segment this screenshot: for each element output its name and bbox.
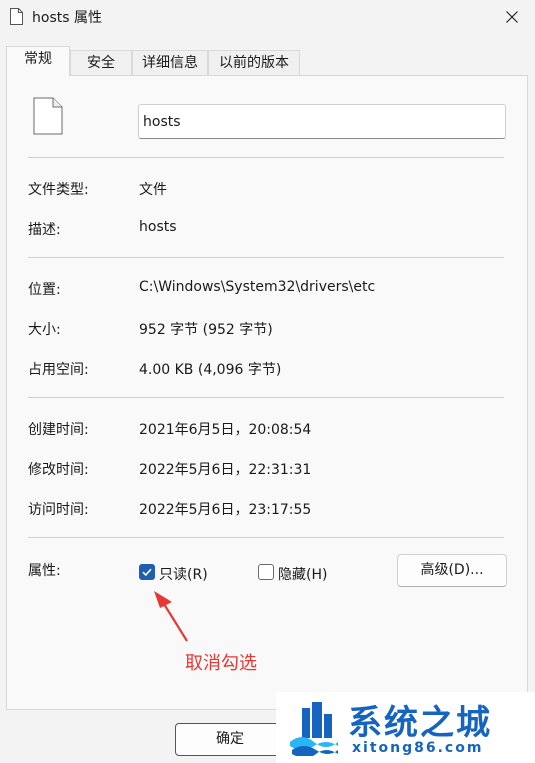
tab-security[interactable]: 安全 — [70, 50, 132, 76]
watermark: 系统之城 xitong86.com — [276, 692, 535, 763]
accessed-label: 访问时间: — [28, 502, 89, 518]
hidden-checkbox[interactable] — [258, 564, 274, 580]
size-on-disk-label: 占用空间: — [28, 362, 89, 378]
watermark-brand: 系统之城 — [348, 703, 492, 743]
location-value: C:\Windows\System32\drivers\etc — [139, 279, 376, 295]
advanced-button[interactable]: 高级(D)... — [397, 554, 507, 587]
tab-details[interactable]: 详细信息 — [132, 50, 208, 76]
file-type-value: 文件 — [139, 182, 167, 198]
divider — [28, 257, 504, 258]
title-bar: hosts 属性 — [0, 0, 535, 34]
checkmark-icon — [142, 568, 152, 577]
annotation-text: 取消勾选 — [185, 653, 257, 674]
ok-button[interactable]: 确定 — [175, 723, 285, 756]
general-panel — [6, 75, 528, 710]
description-label: 描述: — [28, 222, 61, 238]
window-title: hosts 属性 — [32, 10, 102, 26]
tab-previous-versions[interactable]: 以前的版本 — [208, 50, 300, 76]
modified-value: 2022年5月6日，22:31:31 — [139, 462, 312, 478]
divider — [28, 397, 504, 398]
divider — [28, 157, 504, 158]
created-value: 2021年6月5日，20:08:54 — [139, 422, 312, 438]
description-value: hosts — [139, 219, 177, 235]
file-type-label: 文件类型: — [28, 182, 89, 198]
close-icon — [506, 11, 518, 23]
file-name-input[interactable] — [138, 104, 506, 139]
hidden-label[interactable]: 隐藏(H) — [278, 564, 327, 584]
attributes-label: 属性: — [28, 563, 61, 579]
created-label: 创建时间: — [28, 422, 89, 438]
size-value: 952 字节 (952 字节) — [139, 322, 273, 338]
close-button[interactable] — [489, 0, 535, 34]
readonly-label[interactable]: 只读(R) — [159, 564, 208, 584]
modified-label: 修改时间: — [28, 462, 89, 478]
readonly-checkbox[interactable] — [139, 564, 155, 580]
size-on-disk-value: 4.00 KB (4,096 字节) — [139, 362, 282, 378]
watermark-url: xitong86.com — [352, 740, 484, 756]
location-label: 位置: — [28, 282, 61, 298]
size-label: 大小: — [28, 322, 61, 338]
tab-general[interactable]: 常规 — [6, 46, 70, 77]
divider — [28, 537, 504, 538]
file-type-icon — [33, 97, 63, 135]
city-logo-icon — [290, 702, 338, 756]
annotation-arrow-icon — [154, 591, 188, 642]
accessed-value: 2022年5月6日，23:17:55 — [139, 502, 312, 518]
file-icon — [10, 8, 23, 25]
